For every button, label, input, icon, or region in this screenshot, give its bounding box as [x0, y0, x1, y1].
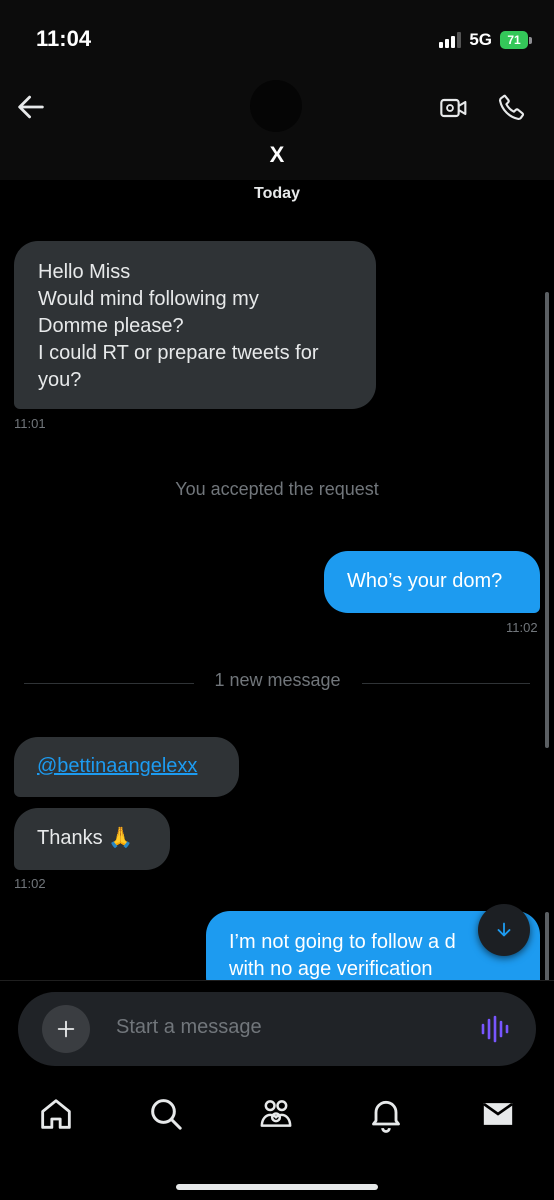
message-bubble-outgoing[interactable]: Who’s your dom?: [324, 551, 540, 613]
arrow-down-icon: [497, 922, 511, 937]
contact-avatar[interactable]: [250, 80, 302, 132]
home-icon[interactable]: [36, 1094, 76, 1134]
new-message-divider: 1 new message: [195, 670, 360, 691]
bottom-tab-bar: [0, 1080, 554, 1200]
contact-name[interactable]: X: [0, 142, 554, 168]
message-text-line: Hello Miss: [38, 261, 131, 283]
message-timestamp: 11:02: [506, 620, 538, 635]
notifications-bell-icon[interactable]: [366, 1094, 406, 1134]
scrollbar-thumb-lower[interactable]: [545, 912, 549, 982]
status-time: 11:04: [36, 26, 92, 51]
message-timestamp: 11:02: [14, 876, 46, 891]
video-camera-icon[interactable]: [438, 92, 470, 124]
back-arrow-icon[interactable]: [14, 90, 48, 124]
message-text-line: I could RT or prepare tweets for: [38, 342, 319, 364]
voice-waveform-icon[interactable]: [480, 1014, 510, 1044]
messages-envelope-icon[interactable]: [478, 1094, 518, 1134]
signal-strength-icon: [439, 32, 462, 48]
home-indicator[interactable]: [176, 1184, 378, 1190]
message-bubble-incoming[interactable]: Hello Miss Would mind following my Domme…: [14, 241, 376, 409]
battery-level: 71: [500, 31, 528, 49]
message-text: Thanks 🙏: [37, 827, 134, 849]
message-text: Who’s your dom?: [347, 570, 503, 592]
message-text-line: Would mind following my: [38, 288, 259, 310]
message-text-line: you?: [38, 369, 82, 391]
message-text-line: Domme please?: [38, 315, 184, 337]
date-divider: Today: [254, 185, 300, 202]
request-accepted-notice: You accepted the request: [175, 479, 379, 499]
search-icon[interactable]: [146, 1094, 186, 1134]
battery-icon: 71: [500, 31, 532, 49]
network-type: 5G: [469, 30, 492, 49]
mention-link[interactable]: @bettinaangelexx: [37, 753, 216, 780]
status-indicators: 5G 71: [439, 30, 532, 50]
message-input[interactable]: Start a message: [116, 1016, 262, 1039]
plus-icon[interactable]: [42, 1005, 90, 1053]
status-bar: 11:04 5G 71: [0, 0, 554, 80]
communities-icon[interactable]: [256, 1094, 296, 1134]
message-bubble-incoming[interactable]: Thanks 🙏: [14, 808, 170, 870]
divider-line: [24, 683, 194, 684]
scrollbar-thumb[interactable]: [545, 292, 549, 748]
message-text-line: with no age verification: [229, 958, 433, 980]
phone-icon[interactable]: [496, 91, 528, 123]
message-timestamp: 11:01: [14, 416, 46, 431]
message-composer[interactable]: Start a message: [18, 992, 536, 1066]
message-bubble-incoming[interactable]: @bettinaangelexx: [14, 737, 239, 797]
message-text-line: I’m not going to follow a d: [229, 931, 456, 953]
conversation-header: X: [0, 80, 554, 180]
divider-line: [362, 683, 530, 684]
scroll-to-bottom-button[interactable]: [478, 904, 530, 956]
